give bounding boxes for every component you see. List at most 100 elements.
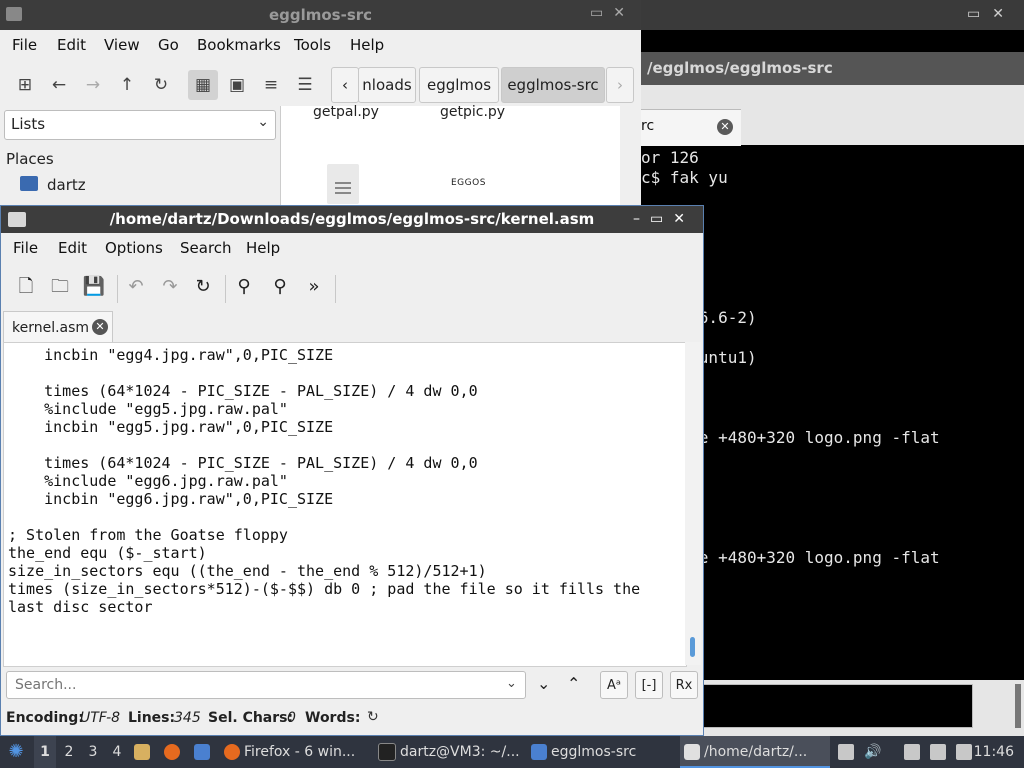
menu-go[interactable]: Go bbox=[158, 36, 179, 54]
terminal-tab-label: rc bbox=[641, 118, 655, 134]
menu-file[interactable]: File bbox=[12, 36, 37, 54]
image-thumbnail[interactable]: EGGOS bbox=[451, 178, 486, 188]
workspace-4[interactable]: 4 bbox=[106, 736, 128, 768]
reload-icon[interactable]: ↻ bbox=[146, 70, 176, 100]
file-manager-titlebar: egglmos-src ▭✕ bbox=[0, 0, 641, 30]
editor-titlebar: /home/dartz/Downloads/egglmos/egglmos-sr… bbox=[1, 206, 703, 233]
close-icon[interactable]: ✕ bbox=[92, 319, 108, 335]
up-icon[interactable]: ↑ bbox=[112, 70, 142, 100]
volume-icon[interactable]: 🔊 bbox=[864, 744, 881, 760]
file-manager-menubar: File Edit View Go Bookmarks Tools Help bbox=[0, 30, 641, 60]
match-case-button[interactable]: Aᵃ bbox=[600, 671, 628, 699]
code-line: times (size_in_sectors*512)-($-$$) db 0 … bbox=[8, 580, 641, 598]
menu-edit[interactable]: Edit bbox=[58, 239, 87, 257]
editor-window[interactable]: /home/dartz/Downloads/egglmos/egglmos-sr… bbox=[0, 205, 704, 736]
window-controls[interactable]: ▭✕ bbox=[590, 5, 635, 21]
code-line: times (64*1024 - PIC_SIZE - PAL_SIZE) / … bbox=[8, 454, 478, 472]
more-icon[interactable]: » bbox=[299, 272, 329, 302]
side-pane-mode-select[interactable]: Lists ⌄ bbox=[4, 110, 276, 140]
breadcrumb-egglmos[interactable]: egglmos bbox=[419, 67, 499, 103]
save-icon[interactable]: 💾 bbox=[79, 272, 109, 302]
back-icon[interactable]: ← bbox=[44, 70, 74, 100]
task-file-manager[interactable]: egglmos-src bbox=[531, 736, 671, 768]
network-icon[interactable] bbox=[930, 744, 946, 760]
whole-word-button[interactable]: [-] bbox=[635, 671, 663, 699]
file-manager-window[interactable]: egglmos-src ▭✕ File Edit View Go Bookmar… bbox=[0, 0, 641, 210]
file-view[interactable]: getpal.py getpic.py EGGOS bbox=[280, 104, 621, 210]
terminal-tabbar: rc ✕ bbox=[641, 85, 1024, 146]
new-file-icon[interactable]: 🗋 bbox=[11, 272, 41, 302]
code-line: %include "egg6.jpg.raw.pal" bbox=[8, 472, 288, 490]
detailed-view-icon[interactable]: ☰ bbox=[290, 70, 320, 100]
code-editor[interactable]: incbin "egg4.jpg.raw",0,PIC_SIZE times (… bbox=[3, 342, 687, 667]
terminal-icon bbox=[378, 743, 396, 761]
terminal-tab[interactable]: rc ✕ bbox=[641, 109, 741, 146]
menu-file[interactable]: File bbox=[13, 239, 38, 257]
redo-icon[interactable]: ↷ bbox=[155, 272, 185, 302]
reload-icon[interactable]: ↻ bbox=[188, 272, 218, 302]
regex-button[interactable]: Rx bbox=[670, 671, 698, 699]
task-editor[interactable]: /home/dartz/... bbox=[680, 736, 830, 768]
task-label: /home/dartz/... bbox=[704, 744, 808, 760]
firefox-launcher-icon[interactable] bbox=[164, 736, 184, 768]
forward-icon[interactable]: → bbox=[78, 70, 108, 100]
editor-tab[interactable]: kernel.asm ✕ bbox=[3, 311, 113, 343]
task-firefox[interactable]: Firefox - 6 win... bbox=[224, 736, 364, 768]
count-words-icon[interactable]: ↻ bbox=[367, 709, 379, 725]
breadcrumb-downloads[interactable]: nloads bbox=[358, 67, 416, 103]
workspace-1[interactable]: 1 bbox=[34, 736, 56, 768]
undo-icon[interactable]: ↶ bbox=[121, 272, 151, 302]
find-next-icon[interactable]: ⌄ bbox=[537, 674, 550, 693]
home-folder-icon bbox=[20, 176, 38, 191]
menu-help[interactable]: Help bbox=[350, 36, 384, 54]
icon-view-icon[interactable]: ▦ bbox=[188, 70, 218, 100]
task-terminal[interactable]: dartz@VM3: ~/... bbox=[378, 736, 520, 768]
thumbnail-view-icon[interactable]: ▣ bbox=[222, 70, 252, 100]
file-manager-sidebar: Lists ⌄ Places dartz bbox=[0, 106, 278, 210]
editor-toolbar: 🗋 🗀 💾 ↶ ↷ ↻ ⚲ ⚲ » bbox=[1, 265, 703, 309]
menu-search[interactable]: Search bbox=[180, 239, 232, 257]
compact-view-icon[interactable]: ≡ bbox=[256, 70, 286, 100]
notes-icon[interactable] bbox=[904, 744, 920, 760]
menu-options[interactable]: Options bbox=[105, 239, 163, 257]
window-controls[interactable]: –▭✕ bbox=[633, 211, 695, 227]
power-icon[interactable] bbox=[956, 744, 972, 760]
sidebar-item-home[interactable]: dartz bbox=[47, 176, 86, 194]
find-replace-icon[interactable]: ⚲ bbox=[265, 272, 295, 302]
encoding-label: Encoding: bbox=[6, 710, 84, 726]
menu-help[interactable]: Help bbox=[246, 239, 280, 257]
breadcrumb-right-icon[interactable]: › bbox=[606, 67, 634, 103]
menu-icon[interactable]: ✺ bbox=[4, 736, 28, 768]
menu-edit[interactable]: Edit bbox=[57, 36, 86, 54]
menu-view[interactable]: View bbox=[104, 36, 140, 54]
breadcrumb-egglmos-src[interactable]: egglmos-src bbox=[501, 67, 605, 103]
files-launcher-icon[interactable] bbox=[134, 736, 154, 768]
editor-scrollbar[interactable] bbox=[685, 342, 701, 665]
terminal-scrollbar[interactable] bbox=[1015, 684, 1021, 728]
terminal-titlebar: /egglmos/egglmos-src bbox=[641, 52, 1024, 85]
open-folder-icon[interactable]: 🗀 bbox=[45, 272, 75, 302]
new-tab-icon[interactable]: ⊞ bbox=[10, 70, 40, 100]
file-item[interactable]: getpal.py bbox=[313, 104, 379, 120]
code-line: incbin "egg6.jpg.raw",0,PIC_SIZE bbox=[8, 490, 334, 508]
chevron-down-icon[interactable]: ⌄ bbox=[506, 676, 517, 691]
file-item[interactable]: getpic.py bbox=[440, 104, 505, 120]
breadcrumb-left-icon[interactable]: ‹ bbox=[331, 67, 359, 103]
workspace-2[interactable]: 2 bbox=[58, 736, 80, 768]
show-desktop-icon[interactable] bbox=[194, 736, 214, 768]
workspace-3[interactable]: 3 bbox=[82, 736, 104, 768]
search-input[interactable] bbox=[6, 671, 526, 699]
menu-tools[interactable]: Tools bbox=[294, 36, 331, 54]
terminal-window-controls[interactable]: ▭✕ bbox=[967, 6, 1016, 22]
task-label: Firefox - 6 win... bbox=[244, 744, 356, 760]
menu-bookmarks[interactable]: Bookmarks bbox=[197, 36, 281, 54]
editor-menubar: File Edit Options Search Help bbox=[1, 233, 703, 265]
clipboard-icon[interactable] bbox=[838, 744, 854, 760]
file-view-scrollbar[interactable] bbox=[620, 106, 641, 210]
close-icon[interactable]: ✕ bbox=[717, 119, 733, 135]
find-icon[interactable]: ⚲ bbox=[229, 272, 259, 302]
code-line: %include "egg5.jpg.raw.pal" bbox=[8, 400, 288, 418]
document-icon[interactable] bbox=[327, 164, 359, 204]
find-previous-icon[interactable]: ⌃ bbox=[567, 674, 580, 693]
scrollbar-thumb[interactable] bbox=[690, 637, 695, 657]
